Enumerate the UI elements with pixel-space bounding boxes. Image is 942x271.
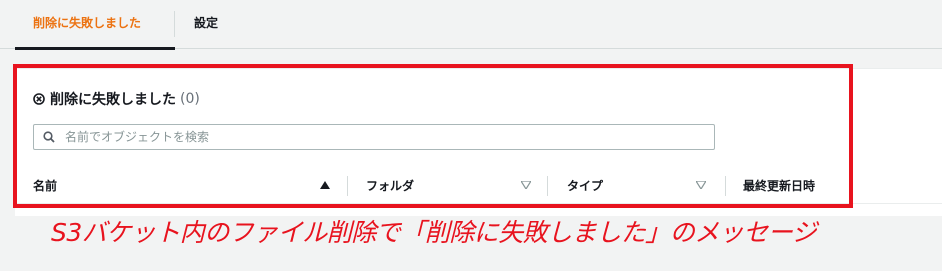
annotation-highlight-box bbox=[13, 64, 853, 208]
tab-divider bbox=[174, 11, 175, 37]
tab-settings[interactable]: 設定 bbox=[194, 14, 218, 31]
tab-delete-failed[interactable]: 削除に失敗しました bbox=[33, 14, 141, 31]
active-tab-indicator bbox=[15, 47, 175, 50]
annotation-caption: S3バケット内のファイル削除で「削除に失敗しました」のメッセージ bbox=[51, 218, 817, 247]
tab-bar: 削除に失敗しました 設定 bbox=[0, 0, 942, 50]
